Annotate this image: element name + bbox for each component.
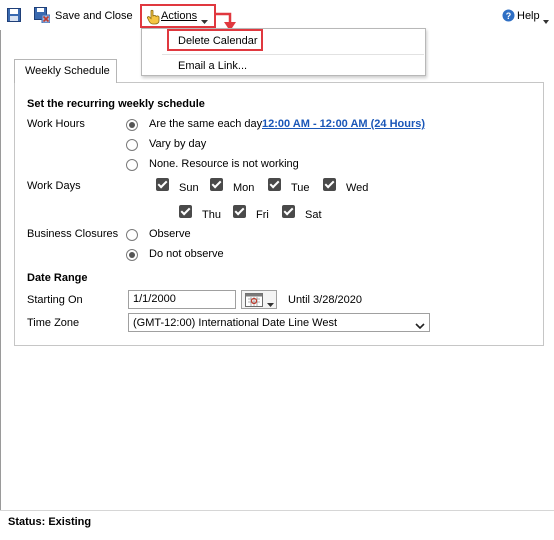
checkbox-sat[interactable] — [282, 205, 295, 218]
window-left-border — [0, 30, 1, 510]
time-zone-value: (GMT-12:00) International Date Line West — [133, 317, 338, 329]
day-label-tue: Tue — [291, 182, 310, 194]
calendar-picker-button[interactable] — [241, 290, 277, 309]
day-label-sat: Sat — [305, 209, 322, 221]
checkbox-fri[interactable] — [233, 205, 246, 218]
checkbox-thu[interactable] — [179, 205, 192, 218]
until-date-text: Until 3/28/2020 — [288, 294, 362, 306]
option-same-each-day: Are the same each day — [149, 118, 263, 130]
radio-same-each-day[interactable] — [126, 119, 138, 131]
option-vary-by-day: Vary by day — [149, 138, 207, 150]
starting-on-input[interactable]: 1/1/2000 — [128, 290, 236, 309]
svg-text:?: ? — [506, 11, 512, 21]
help-button[interactable]: Help — [517, 10, 540, 22]
tab-weekly-schedule[interactable]: Weekly Schedule — [14, 59, 117, 83]
hours-link[interactable]: 12:00 AM - 12:00 AM (24 Hours) — [262, 118, 425, 130]
radio-do-not-observe[interactable] — [126, 249, 138, 261]
help-icon[interactable]: ? — [502, 9, 515, 25]
checkbox-wed[interactable] — [323, 178, 336, 191]
help-chevron-icon — [543, 15, 549, 27]
option-not-working: None. Resource is not working — [149, 158, 299, 170]
schedule-heading: Set the recurring weekly schedule — [27, 98, 205, 110]
business-closures-label: Business Closures — [27, 228, 119, 240]
menu-divider — [162, 54, 424, 55]
status-text: Status: Existing — [8, 516, 92, 528]
day-label-mon: Mon — [233, 182, 255, 194]
actions-callout-box — [140, 4, 216, 28]
day-label-sun: Sun — [179, 182, 199, 194]
save-and-close-icon[interactable] — [34, 7, 51, 26]
option-observe: Observe — [149, 228, 191, 240]
day-label-thu: Thu — [202, 209, 221, 221]
menu-item-email-link[interactable]: Email a Link... — [178, 60, 247, 72]
status-divider — [0, 510, 554, 511]
day-label-wed: Wed — [346, 182, 369, 194]
save-and-close-button[interactable]: Save and Close — [55, 10, 133, 22]
calendar-chevron-icon — [267, 298, 274, 310]
checkbox-tue[interactable] — [268, 178, 281, 191]
calendar-icon — [245, 293, 263, 310]
option-do-not-observe: Do not observe — [149, 248, 224, 260]
work-hours-label: Work Hours — [27, 118, 85, 130]
radio-vary-by-day[interactable] — [126, 139, 138, 151]
checkbox-mon[interactable] — [210, 178, 223, 191]
save-icon[interactable] — [7, 8, 21, 25]
time-zone-select[interactable]: (GMT-12:00) International Date Line West — [128, 313, 430, 332]
date-range-heading: Date Range — [27, 272, 88, 284]
checkbox-sun[interactable] — [156, 178, 169, 191]
work-days-label: Work Days — [27, 180, 81, 192]
time-zone-label: Time Zone — [27, 317, 80, 329]
starting-on-label: Starting On — [27, 294, 83, 306]
time-zone-chevron-icon — [415, 320, 425, 332]
radio-not-working[interactable] — [126, 159, 138, 171]
tab-label: Weekly Schedule — [25, 65, 110, 77]
delete-calendar-callout-box — [167, 29, 263, 51]
day-label-fri: Fri — [256, 209, 269, 221]
radio-observe[interactable] — [126, 229, 138, 241]
toolbar: Save and Close Actions ? Help — [0, 0, 554, 31]
